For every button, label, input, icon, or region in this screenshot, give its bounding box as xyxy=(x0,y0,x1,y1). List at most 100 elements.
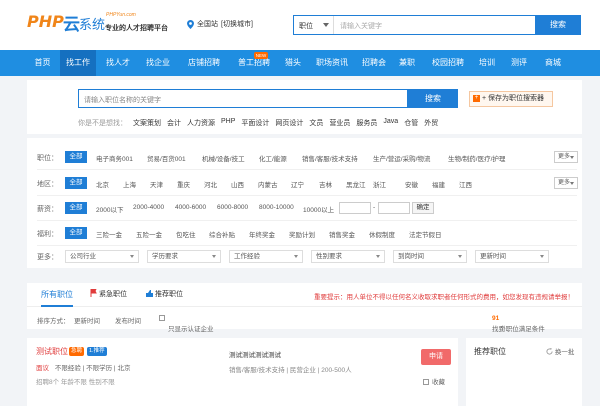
hot-keyword[interactable]: 人力资源 xyxy=(187,118,215,128)
site-logo[interactable]: PHP 云 系统 PHPYun.com 专业的人才招聘平台 xyxy=(27,10,168,38)
hot-keyword[interactable]: 营业员 xyxy=(329,118,350,128)
hot-keyword[interactable]: 会计 xyxy=(167,118,181,128)
nav-talent[interactable]: 找人才 xyxy=(100,50,136,76)
sidebar-title: 推荐职位 xyxy=(474,347,506,356)
filter-option[interactable]: 吉林 xyxy=(319,179,332,189)
nav-jobfair[interactable]: 招聘会 xyxy=(358,50,390,76)
filter-option[interactable]: 河北 xyxy=(204,179,217,189)
tab-recommend[interactable]: 推荐职位 xyxy=(146,283,183,307)
nav-news[interactable]: 职场资讯 xyxy=(310,50,354,76)
filter-option[interactable]: 综合补贴 xyxy=(209,229,235,239)
header-search-input[interactable]: 请输入关键字 xyxy=(340,21,382,31)
filter-all[interactable]: 全部 xyxy=(65,151,87,163)
apply-button[interactable]: 申请 xyxy=(421,349,451,365)
nav-training[interactable]: 培训 xyxy=(474,50,500,76)
filter-option[interactable]: 安徽 xyxy=(405,179,418,189)
salary-min-input[interactable] xyxy=(339,202,371,214)
filter-option[interactable]: 上海 xyxy=(123,179,136,189)
gender-select[interactable]: 性别要求 xyxy=(311,250,385,263)
industry-select[interactable]: 公司行业 xyxy=(65,250,139,263)
more-dropdown[interactable]: 更多 xyxy=(554,151,578,163)
hot-keyword[interactable]: 文案策划 xyxy=(133,118,161,128)
education-select[interactable]: 学历要求 xyxy=(147,250,221,263)
filter-option[interactable]: 贸易/百货001 xyxy=(147,153,186,163)
filter-option[interactable]: 黑龙江 xyxy=(346,179,366,189)
filter-option[interactable]: 生物/制药/医疗/护理 xyxy=(448,153,505,163)
hot-keyword[interactable]: 外贸 xyxy=(424,118,438,128)
sort-publish-time[interactable]: 发布时间 xyxy=(115,315,141,325)
filter-option[interactable]: 年终奖金 xyxy=(249,229,275,239)
hot-keyword[interactable]: 网页设计 xyxy=(275,118,303,128)
nav-store-jobs[interactable]: 店铺招聘 xyxy=(182,50,226,76)
header-search-button[interactable]: 搜索 xyxy=(535,15,581,35)
filter-option[interactable]: 江西 xyxy=(459,179,472,189)
tab-all-jobs[interactable]: 所有职位 xyxy=(41,283,73,307)
filter-option[interactable]: 包吃住 xyxy=(176,229,196,239)
favorite-button[interactable]: 收藏 xyxy=(423,376,445,386)
filter-option[interactable]: 机械/设备/技工 xyxy=(202,153,245,163)
filter-option[interactable]: 北京 xyxy=(96,179,109,189)
job-keyword-input[interactable]: 请输入职位名称的关键字 xyxy=(78,89,408,108)
filter-all[interactable]: 全部 xyxy=(65,202,87,214)
save-search-button[interactable]: + + 保存为职位搜索器 xyxy=(469,91,553,107)
filter-option[interactable]: 五险一金 xyxy=(136,229,162,239)
update-select[interactable]: 更新时间 xyxy=(475,250,549,263)
nav-headhunter[interactable]: 猎头 xyxy=(280,50,306,76)
filter-option[interactable]: 重庆 xyxy=(177,179,190,189)
company-name-link[interactable]: 测试测试测试测试 xyxy=(229,349,281,359)
filter-option[interactable]: 浙江 xyxy=(373,179,386,189)
salary-max-input[interactable] xyxy=(378,202,410,214)
nav-mall[interactable]: 商城 xyxy=(538,50,568,76)
filter-option[interactable]: 2000-4000 xyxy=(133,204,164,211)
hot-keyword[interactable]: 文员 xyxy=(309,118,323,128)
filter-option[interactable]: 休假制度 xyxy=(369,229,395,239)
filter-option[interactable]: 2000以下 xyxy=(96,204,123,214)
nav-company[interactable]: 找企业 xyxy=(140,50,176,76)
filter-option[interactable]: 辽宁 xyxy=(291,179,304,189)
filter-option[interactable]: 销售奖金 xyxy=(329,229,355,239)
experience-select[interactable]: 工作经验 xyxy=(229,250,303,263)
company-info: 销售/客服/技术支持 | 民营企业 | 200-500人 xyxy=(229,367,352,374)
hot-keyword[interactable]: 平面设计 xyxy=(241,118,269,128)
hot-keyword[interactable]: PHP xyxy=(221,118,235,128)
filter-option[interactable]: 奖励计划 xyxy=(289,229,315,239)
site-switcher[interactable]: 全国站 [切换城市] xyxy=(187,19,253,29)
filter-option[interactable]: 山西 xyxy=(231,179,244,189)
filter-option[interactable]: 三险一金 xyxy=(96,229,122,239)
cert-only-checkbox[interactable]: 只显示认证企业 xyxy=(159,315,214,333)
switch-city-link[interactable]: [切换城市] xyxy=(221,19,253,29)
filter-all[interactable]: 全部 xyxy=(65,177,87,189)
tab-urgent[interactable]: 紧急职位 xyxy=(90,283,127,307)
refresh-button[interactable]: 换一批 xyxy=(546,346,574,356)
filter-option[interactable]: 福建 xyxy=(432,179,445,189)
filter-option[interactable]: 4000-6000 xyxy=(175,204,206,211)
filter-option[interactable]: 生产/营运/采购/物流 xyxy=(373,153,430,163)
filter-option[interactable]: 法定节假日 xyxy=(409,229,442,239)
filter-all[interactable]: 全部 xyxy=(65,227,87,239)
recommend-sidebar: 推荐职位 换一批 xyxy=(466,338,582,406)
job-title-link[interactable]: 测试职位 xyxy=(36,346,68,357)
sort-update-time[interactable]: 更新时间 xyxy=(74,315,100,325)
filter-option[interactable]: 10000以上 xyxy=(303,204,334,214)
nav-assessment[interactable]: 测评 xyxy=(506,50,532,76)
filter-option[interactable]: 8000-10000 xyxy=(259,204,294,211)
arrival-select[interactable]: 到岗时间 xyxy=(393,250,467,263)
filter-row-salary: 薪资： 全部 2000以下 2000-4000 4000-6000 6000-8… xyxy=(27,202,582,216)
filter-option[interactable]: 天津 xyxy=(150,179,163,189)
nav-home[interactable]: 首页 xyxy=(28,50,57,76)
filter-option[interactable]: 内蒙古 xyxy=(258,179,278,189)
filter-option[interactable]: 电子商务001 xyxy=(96,153,133,163)
filter-option[interactable]: 销售/客服/技术支持 xyxy=(302,153,358,163)
job-search-button[interactable]: 搜索 xyxy=(408,89,458,108)
hot-keyword[interactable]: Java xyxy=(383,118,398,128)
hot-keyword[interactable]: 仓管 xyxy=(404,118,418,128)
filter-option[interactable]: 6000-8000 xyxy=(217,204,248,211)
nav-parttime[interactable]: 兼职 xyxy=(394,50,420,76)
search-type-select[interactable]: 职位 xyxy=(294,16,334,34)
filter-option[interactable]: 化工/能源 xyxy=(259,153,287,163)
salary-confirm-button[interactable]: 确定 xyxy=(412,202,434,214)
nav-jobs[interactable]: 找工作 xyxy=(60,50,96,76)
nav-campus[interactable]: 校园招聘 xyxy=(426,50,470,76)
more-dropdown[interactable]: 更多 xyxy=(554,177,578,189)
hot-keyword[interactable]: 服务员 xyxy=(356,118,377,128)
